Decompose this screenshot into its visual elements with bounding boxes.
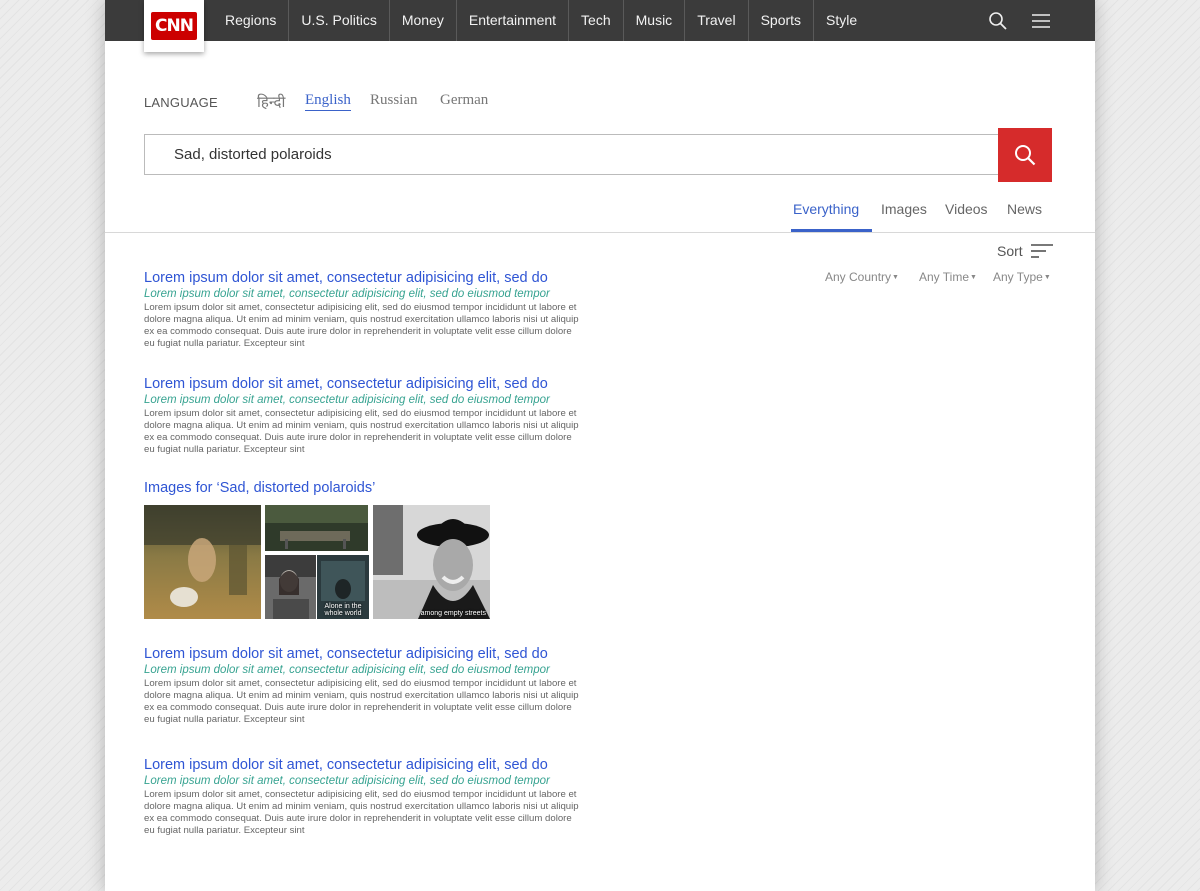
- tabs-divider: [105, 232, 1095, 233]
- search-result: Lorem ipsum dolor sit amet, consectetur …: [144, 646, 604, 726]
- result-snippet: Lorem ipsum dolor sit amet, consectetur …: [144, 678, 579, 725]
- nav-item-entertainment[interactable]: Entertainment: [455, 0, 568, 41]
- caret-down-icon: ▼: [970, 274, 977, 282]
- hamburger-menu-icon[interactable]: [1031, 11, 1051, 31]
- search-result: Lorem ipsum dolor sit amet, consectetur …: [144, 757, 604, 837]
- search-box: [144, 134, 1000, 175]
- search-result: Lorem ipsum dolor sit amet, consectetur …: [144, 376, 604, 456]
- thumbnail-image: [144, 505, 261, 619]
- nav-item-travel[interactable]: Travel: [684, 0, 747, 41]
- result-subtitle: Lorem ipsum dolor sit amet, consectetur …: [144, 664, 550, 676]
- search-input[interactable]: [145, 135, 999, 174]
- search-button[interactable]: [998, 128, 1052, 182]
- result-snippet: Lorem ipsum dolor sit amet, consectetur …: [144, 302, 579, 349]
- cnn-logo[interactable]: CNN: [144, 0, 204, 52]
- sort-button[interactable]: Sort: [997, 243, 1023, 259]
- tab-news[interactable]: News: [1007, 201, 1042, 217]
- nav-item-us-politics[interactable]: U.S. Politics: [288, 0, 388, 41]
- image-thumbnail[interactable]: [265, 505, 368, 551]
- image-thumbnail[interactable]: [265, 555, 316, 619]
- nav-item-tech[interactable]: Tech: [568, 0, 623, 41]
- filter-label: Any Time: [919, 270, 970, 284]
- result-subtitle: Lorem ipsum dolor sit amet, consectetur …: [144, 288, 550, 300]
- images-section-title[interactable]: Images for ‘Sad, distorted polaroids’: [144, 480, 375, 496]
- nav-item-money[interactable]: Money: [388, 0, 456, 41]
- result-title-link[interactable]: Lorem ipsum dolor sit amet, consectetur …: [144, 270, 604, 287]
- caret-down-icon: ▼: [892, 274, 899, 282]
- tab-images[interactable]: Images: [881, 201, 927, 217]
- nav-item-music[interactable]: Music: [622, 0, 685, 41]
- thumbnail-caption: Alone in the whole world: [324, 603, 362, 617]
- language-label: LANGUAGE: [144, 95, 218, 110]
- image-thumbnail[interactable]: [144, 505, 261, 619]
- cnn-logo-text: CNN: [151, 12, 197, 40]
- thumbnail-image: [265, 555, 316, 619]
- thumbnail-caption: among empty streets: [420, 610, 486, 617]
- thumbnail-image: [265, 505, 368, 551]
- search-result: Lorem ipsum dolor sit amet, consectetur …: [144, 270, 604, 350]
- result-subtitle: Lorem ipsum dolor sit amet, consectetur …: [144, 775, 550, 787]
- thumbnail-image: [373, 505, 490, 619]
- filter-any-country[interactable]: Any Country▼: [825, 270, 899, 284]
- nav-item-sports[interactable]: Sports: [747, 0, 813, 41]
- language-option-english[interactable]: English: [305, 92, 351, 111]
- image-thumbnail[interactable]: Alone in the whole world: [317, 555, 369, 619]
- top-navigation: CNN Regions U.S. Politics Money Entertai…: [105, 0, 1095, 52]
- sort-icon[interactable]: [1031, 243, 1053, 259]
- result-title-link[interactable]: Lorem ipsum dolor sit amet, consectetur …: [144, 376, 604, 393]
- tab-videos[interactable]: Videos: [945, 201, 988, 217]
- page: CNN Regions U.S. Politics Money Entertai…: [105, 0, 1095, 891]
- tab-everything[interactable]: Everything: [793, 201, 859, 217]
- filter-label: Any Country: [825, 270, 892, 284]
- result-title-link[interactable]: Lorem ipsum dolor sit amet, consectetur …: [144, 757, 604, 774]
- image-thumbnail[interactable]: among empty streets: [373, 505, 490, 619]
- filter-any-type[interactable]: Any Type▼: [993, 270, 1051, 284]
- search-icon: [1015, 145, 1036, 166]
- result-subtitle: Lorem ipsum dolor sit amet, consectetur …: [144, 394, 550, 406]
- nav-items: Regions U.S. Politics Money Entertainmen…: [213, 0, 869, 41]
- filter-label: Any Type: [993, 270, 1043, 284]
- language-option-hindi[interactable]: हिन्दी: [257, 92, 285, 112]
- result-snippet: Lorem ipsum dolor sit amet, consectetur …: [144, 408, 579, 455]
- filter-any-time[interactable]: Any Time▼: [919, 270, 977, 284]
- language-option-russian[interactable]: Russian: [370, 92, 418, 109]
- search-icon[interactable]: [988, 11, 1008, 31]
- nav-item-regions[interactable]: Regions: [213, 0, 288, 41]
- result-snippet: Lorem ipsum dolor sit amet, consectetur …: [144, 789, 579, 836]
- caret-down-icon: ▼: [1043, 274, 1051, 282]
- language-option-german[interactable]: German: [440, 92, 488, 109]
- nav-item-style[interactable]: Style: [813, 0, 869, 41]
- result-title-link[interactable]: Lorem ipsum dolor sit amet, consectetur …: [144, 646, 604, 663]
